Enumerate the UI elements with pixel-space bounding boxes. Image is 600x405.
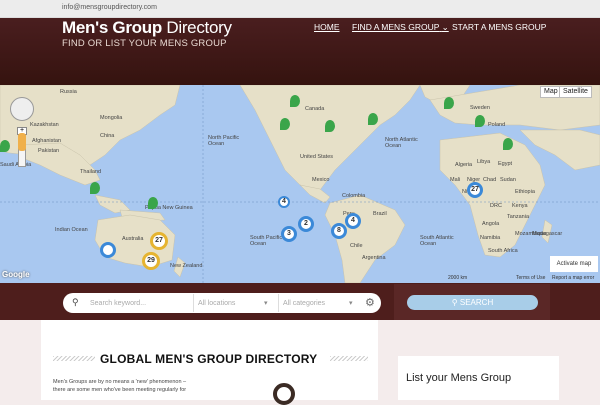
map-label: North Atlantic Ocean [385, 137, 418, 149]
map-cluster[interactable] [100, 242, 116, 258]
intro-line: Men's Groups are by no means a 'new' phe… [53, 379, 187, 385]
heading-stripe-left [53, 356, 95, 361]
map-label: Algeria [455, 162, 473, 168]
logo-ring-image [273, 383, 295, 405]
map-label: DRC [490, 203, 502, 209]
intro-paragraph: Men's Groups are by no means a 'new' phe… [53, 378, 208, 394]
map-label: Mozambique [515, 231, 547, 237]
map-label: United States [300, 154, 334, 160]
map-label: Russia [60, 89, 77, 95]
map-marker-icon[interactable] [325, 120, 335, 132]
map-marker-icon[interactable] [148, 197, 158, 209]
map-label: Mongolia [100, 115, 123, 121]
map-scale: 2000 km [448, 275, 468, 281]
locations-select-value: All locations [198, 300, 236, 307]
search-icon: ⚲ [451, 298, 458, 307]
map-cluster[interactable]: 8 [331, 223, 347, 239]
map-label: Thailand [80, 169, 102, 175]
map-cluster[interactable]: 27 [150, 232, 168, 250]
map-type-satellite-button[interactable]: Satellite [559, 86, 592, 98]
map-marker-icon[interactable] [368, 113, 378, 125]
map-marker-icon[interactable] [444, 97, 454, 109]
map-label: Kenya [512, 203, 528, 209]
map-marker-icon[interactable] [280, 118, 290, 130]
chevron-down-icon: ⌄ [441, 22, 449, 32]
map-cluster[interactable]: 3 [281, 226, 297, 242]
top-bar: info@mensgroupdirectory.com [0, 0, 600, 18]
divider [278, 294, 279, 312]
search-icon: ⚲ [72, 297, 79, 307]
map-label: Sudan [500, 177, 516, 183]
heading-stripe-right [330, 356, 368, 361]
nav-find-group[interactable]: FIND A MENS GROUP ⌄ [352, 22, 449, 33]
map-label: Canada [305, 106, 325, 112]
map-marker-icon[interactable] [503, 138, 513, 150]
chevron-down-icon: ▾ [349, 300, 353, 307]
chevron-down-icon: ▾ [264, 300, 268, 307]
map-label: Sweden [470, 105, 490, 111]
logo-light: Directory [166, 18, 232, 37]
categories-select-value: All categories [283, 300, 326, 307]
map-cluster[interactable]: 29 [142, 252, 160, 270]
map-label: Chile [350, 243, 363, 249]
map-label: Saudi Arabia [0, 162, 32, 168]
map-label: Indian Ocean [55, 227, 88, 233]
map-marker-icon[interactable] [290, 95, 300, 107]
map-label: Brazil [373, 211, 387, 217]
map-label: Egypt [498, 161, 513, 167]
search-button[interactable]: ⚲ SEARCH [407, 295, 538, 310]
google-logo: Google [2, 270, 30, 279]
map-label: Ethiopia [515, 189, 535, 195]
map-cluster[interactable]: 4 [278, 196, 290, 208]
pan-control[interactable] [10, 97, 34, 121]
page-title: GLOBAL MEN'S GROUP DIRECTORY [100, 352, 318, 366]
map-cluster[interactable]: 4 [345, 213, 361, 229]
map-label: Mexico [312, 177, 330, 183]
pegman-icon[interactable] [18, 133, 26, 151]
gear-icon[interactable]: ⚙ [365, 296, 375, 309]
nav-find-group-label: FIND A MENS GROUP [352, 22, 440, 32]
world-map[interactable]: Russia Kazakhstan Afghanistan Pakistan S… [0, 85, 600, 283]
map-label: Namibia [480, 235, 501, 241]
nav-start-group[interactable]: START A MENS GROUP [452, 22, 546, 32]
map-cluster[interactable]: 2 [298, 216, 314, 232]
logo-bold: Men's Group [62, 18, 162, 37]
map-label: Argentina [362, 255, 386, 261]
categories-select[interactable]: All categories ▾ [283, 297, 359, 310]
map-label: Kazakhstan [30, 122, 59, 128]
contact-email[interactable]: info@mensgroupdirectory.com [62, 4, 157, 11]
map-label: Afghanistan [32, 138, 62, 144]
terms-link[interactable]: Terms of Use [516, 275, 545, 281]
divider [193, 294, 194, 312]
map-marker-icon[interactable] [0, 140, 10, 152]
intro-line: there are some men who've been meeting r… [53, 387, 187, 393]
site-tagline: FIND OR LIST YOUR MENS GROUP [62, 38, 227, 49]
map-label: Libya [477, 159, 491, 165]
search-button-label: SEARCH [459, 298, 494, 307]
locations-select[interactable]: All locations ▾ [198, 297, 274, 310]
map-label: North Pacific Ocean [208, 135, 240, 147]
map-label: Colombia [342, 193, 366, 199]
map-label: Poland [488, 122, 506, 128]
site-logo[interactable]: Men's Group Directory [62, 18, 232, 38]
map-cluster[interactable]: 27 [467, 182, 483, 198]
map-label: Australia [122, 236, 144, 242]
map-label: Pakistan [38, 148, 60, 154]
map-label: Angola [482, 221, 500, 227]
map-label: New Zealand [170, 263, 203, 269]
map-marker-icon[interactable] [90, 182, 100, 194]
map-label: Mali [450, 177, 461, 183]
report-error-link[interactable]: Report a map error [552, 275, 594, 281]
map-label: Tanzania [507, 214, 530, 220]
map-label: China [100, 133, 115, 139]
map-label: South Atlantic Ocean [420, 235, 454, 247]
nav-home[interactable]: HOME [314, 22, 340, 32]
activate-map-button[interactable]: Activate map [550, 256, 598, 272]
map-label: Chad [483, 177, 497, 183]
sidebar-heading: List your Mens Group [406, 372, 512, 384]
search-keyword-input[interactable]: Search keyword... [90, 297, 190, 310]
map-marker-icon[interactable] [475, 115, 485, 127]
map-label: South Africa [488, 248, 518, 254]
